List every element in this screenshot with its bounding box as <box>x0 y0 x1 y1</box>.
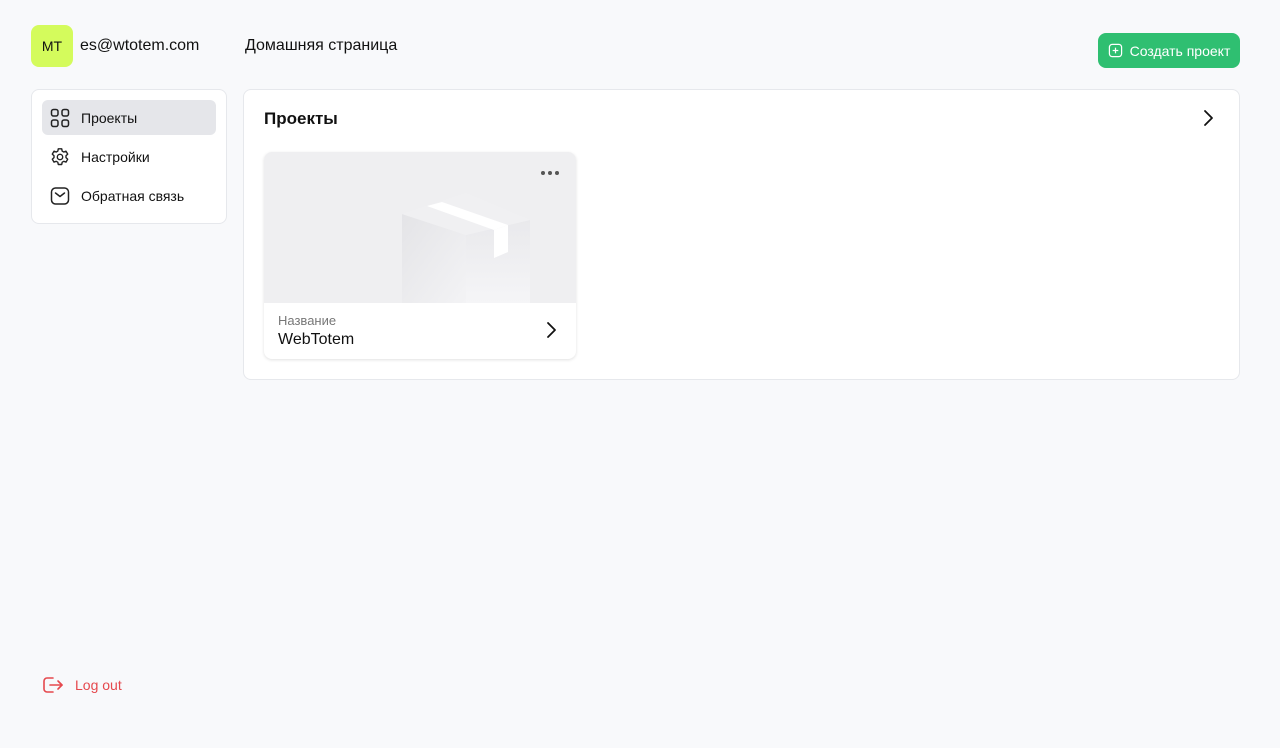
sidebar-item-projects[interactable]: Проекты <box>42 100 216 135</box>
app-root: MT es@wtotem.com Домашняя страница Созда… <box>0 0 1280 748</box>
section-title: Проекты <box>264 109 338 128</box>
sidebar-item-feedback[interactable]: Обратная связь <box>42 178 216 213</box>
logout-label: Log out <box>75 677 122 693</box>
user-email: es@wtotem.com <box>80 37 200 54</box>
project-card[interactable]: Название WebTotem <box>264 152 576 359</box>
plus-square-icon <box>1108 43 1122 58</box>
project-name: WebTotem <box>278 331 355 348</box>
avatar[interactable]: MT <box>31 25 73 67</box>
projects-panel: Проекты Название WebTotem <box>243 89 1240 380</box>
logout-button[interactable]: Log out <box>42 675 122 695</box>
sidebar-item-label: Настройки <box>81 148 150 165</box>
chevron-right-icon[interactable] <box>544 320 558 340</box>
box-placeholder-icon <box>402 193 530 303</box>
create-project-label: Создать проект <box>1129 42 1231 59</box>
project-thumbnail <box>264 152 576 303</box>
mail-icon <box>50 186 70 205</box>
project-name-label: Название <box>278 313 337 328</box>
chevron-right-icon[interactable] <box>1199 108 1217 128</box>
avatar-initials: MT <box>41 38 63 54</box>
gear-icon <box>51 147 69 165</box>
grid-icon <box>50 108 70 127</box>
sidebar-item-label: Обратная связь <box>81 187 185 204</box>
page-title: Домашняя страница <box>245 37 398 54</box>
sidebar-item-label: Проекты <box>81 109 138 126</box>
sidebar: Проекты Настройки Обратная связь <box>31 89 227 224</box>
sidebar-item-settings[interactable]: Настройки <box>42 139 216 174</box>
create-project-button[interactable]: Создать проект <box>1098 33 1240 68</box>
more-options-icon[interactable] <box>538 164 562 182</box>
logout-icon <box>43 677 63 693</box>
